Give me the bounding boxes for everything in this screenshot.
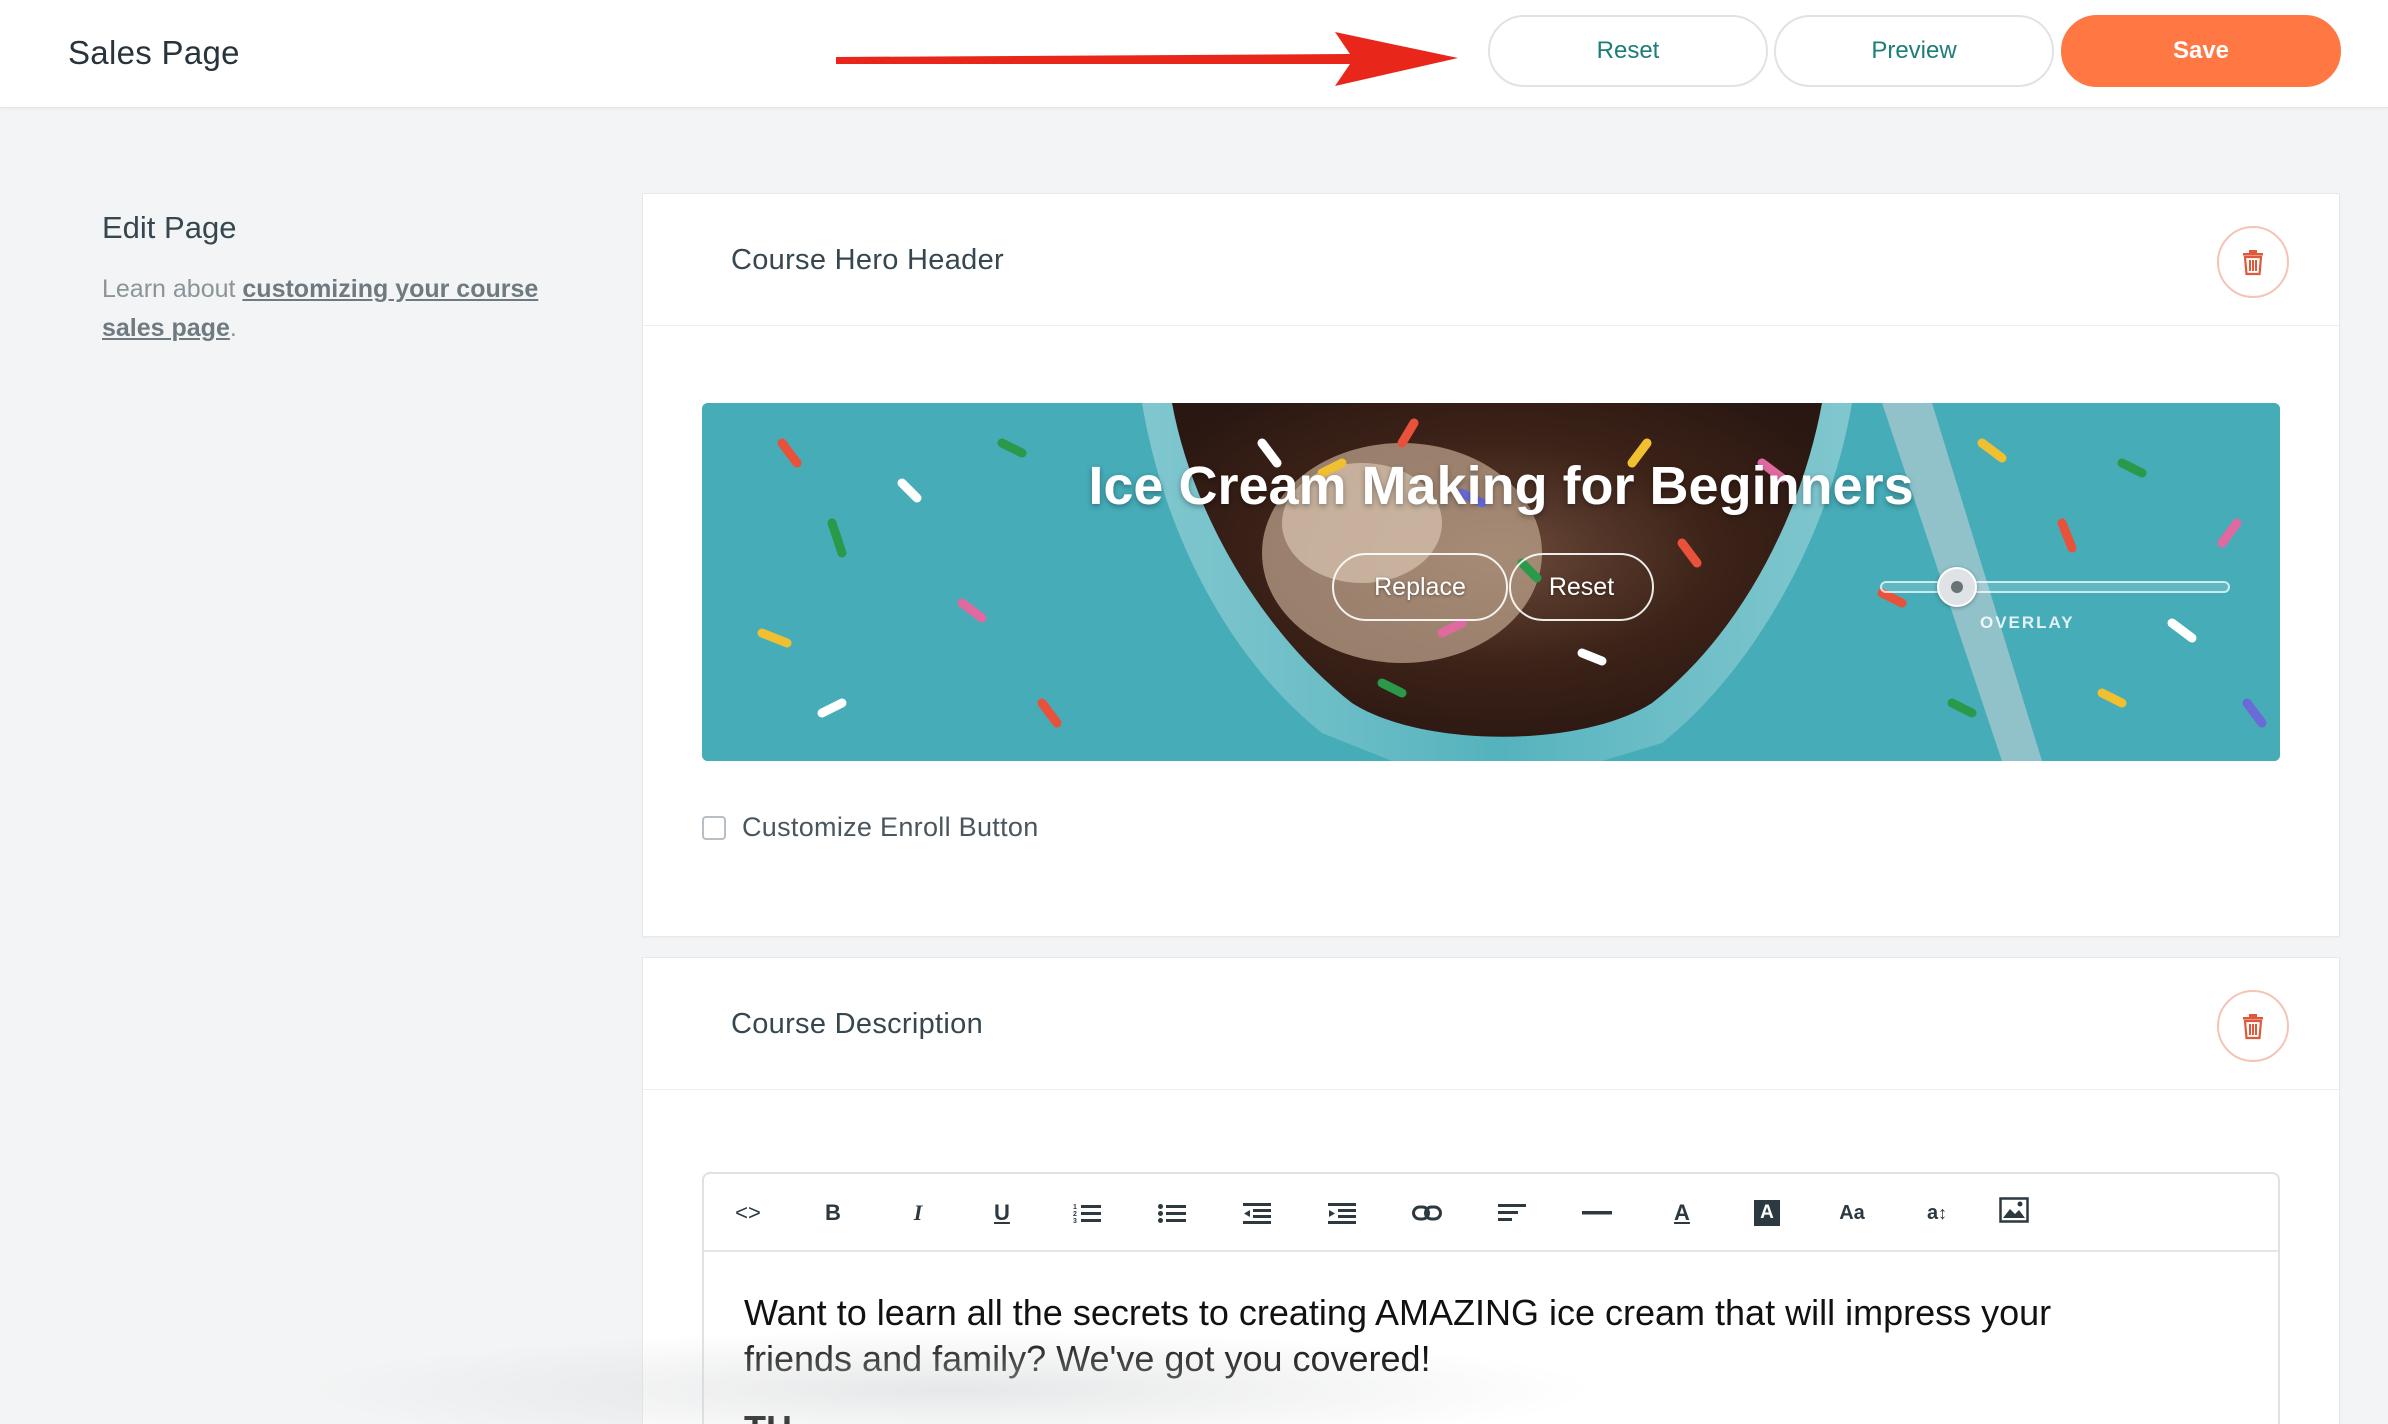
- italic-icon[interactable]: I: [900, 1195, 936, 1231]
- panel-header: Course Hero Header: [643, 194, 2339, 326]
- line-height-icon[interactable]: a ↕: [1917, 1195, 1957, 1231]
- panel-header: Course Description: [643, 958, 2339, 1090]
- svg-text:2: 2: [1073, 1211, 1077, 1218]
- overlay-slider-knob[interactable]: [1937, 567, 1977, 607]
- editor-next-line[interactable]: TH: [744, 1408, 792, 1424]
- svg-text:1: 1: [1073, 1204, 1077, 1211]
- delete-section-button[interactable]: [2217, 226, 2289, 298]
- background-color-glyph: A: [1754, 1200, 1780, 1226]
- page-title: Sales Page: [68, 34, 240, 71]
- help-suffix: .: [229, 314, 237, 342]
- customize-enroll-checkbox[interactable]: [702, 815, 726, 840]
- reset-button[interactable]: Reset: [1488, 15, 1768, 87]
- horizontal-rule-icon[interactable]: [1579, 1195, 1615, 1231]
- edit-page-heading: Edit Page: [102, 210, 237, 245]
- annotation-arrow: [836, 32, 1458, 86]
- ordered-list-icon[interactable]: 123: [1069, 1195, 1105, 1231]
- preview-button[interactable]: Preview: [1774, 15, 2054, 87]
- hero-header-panel: Course Hero Header Ice Cream Making for …: [642, 193, 2340, 937]
- insert-image-icon[interactable]: [1996, 1192, 2032, 1228]
- unordered-list-icon[interactable]: [1154, 1195, 1190, 1231]
- customize-enroll-label: Customize Enroll Button: [742, 812, 1039, 842]
- bold-icon[interactable]: B: [815, 1195, 851, 1231]
- outdent-icon[interactable]: [1239, 1195, 1275, 1231]
- hero-title[interactable]: Ice Cream Making for Beginners: [702, 455, 2280, 517]
- font-color-icon[interactable]: A: [1664, 1195, 1700, 1231]
- panel-title: Course Hero Header: [731, 244, 1004, 276]
- top-bar: Sales Page Reset Preview Save: [0, 0, 2388, 108]
- hero-image: Ice Cream Making for Beginners Replace R…: [702, 403, 2280, 761]
- editor-body-text[interactable]: Want to learn all the secrets to creatin…: [744, 1290, 2164, 1382]
- line-height-glyph: a: [1926, 1201, 1939, 1224]
- link-icon[interactable]: [1409, 1195, 1445, 1231]
- font-size-icon[interactable]: Aa: [1834, 1195, 1870, 1231]
- editor-toolbar: <> B I U 123 A A Aa a ↕: [704, 1174, 2278, 1252]
- underline-icon[interactable]: U: [984, 1195, 1020, 1231]
- replace-image-button[interactable]: Replace: [1332, 553, 1508, 621]
- code-view-icon[interactable]: <>: [730, 1195, 766, 1231]
- trash-icon: [2243, 1014, 2263, 1040]
- reset-image-button[interactable]: Reset: [1509, 553, 1654, 621]
- help-prefix: Learn about: [102, 275, 243, 303]
- save-button[interactable]: Save: [2061, 15, 2341, 87]
- indent-icon[interactable]: [1324, 1195, 1360, 1231]
- edit-page-help: Learn about customizing your course sale…: [102, 270, 582, 348]
- course-description-panel: Course Description <> B I U 123 A A Aa a…: [642, 957, 2340, 1424]
- delete-section-button[interactable]: [2217, 990, 2289, 1062]
- trash-icon: [2243, 250, 2263, 276]
- overlay-slider-track[interactable]: [1880, 581, 2230, 593]
- svg-text:3: 3: [1073, 1218, 1077, 1225]
- rich-text-editor[interactable]: <> B I U 123 A A Aa a ↕ Want to learn al…: [702, 1172, 2280, 1424]
- customize-enroll-row[interactable]: Customize Enroll Button: [702, 812, 1039, 843]
- overlay-label: OVERLAY: [1980, 613, 2075, 632]
- panel-title: Course Description: [731, 1008, 983, 1040]
- background-color-icon[interactable]: A: [1749, 1195, 1785, 1231]
- align-left-icon[interactable]: [1494, 1195, 1530, 1231]
